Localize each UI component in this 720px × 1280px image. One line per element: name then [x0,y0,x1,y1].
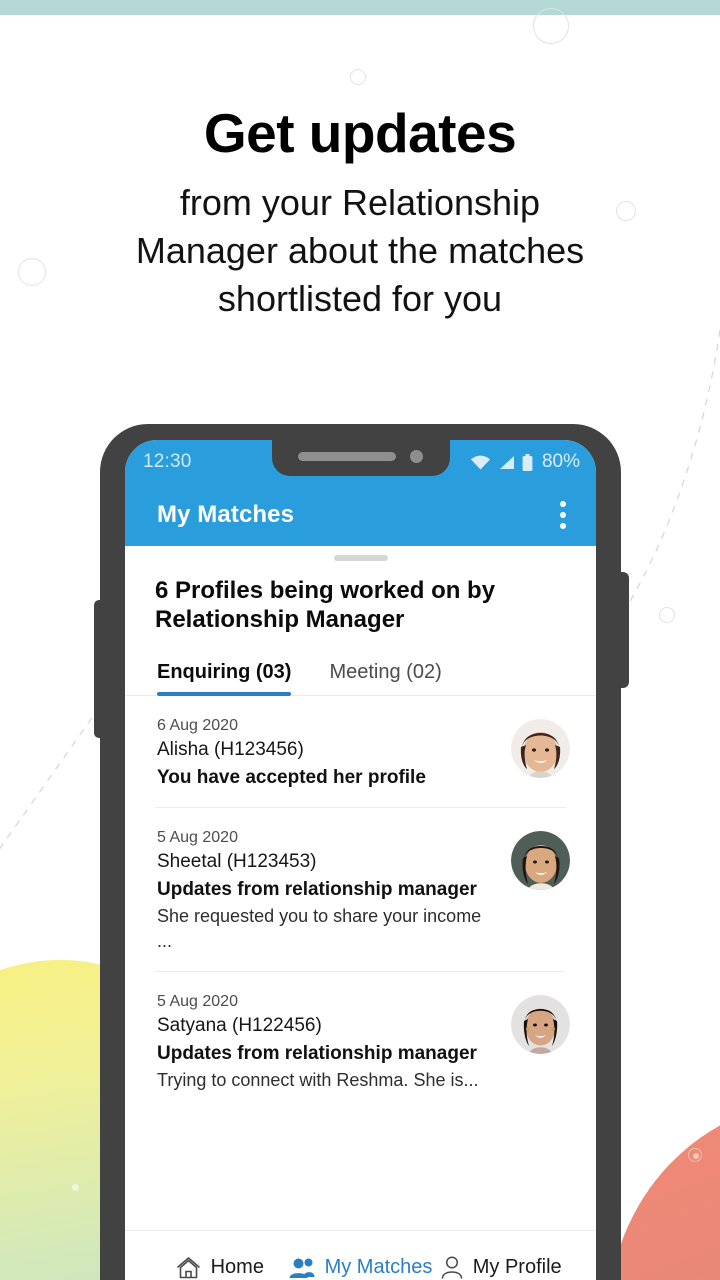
list-item[interactable]: 5 Aug 2020 Satyana (H122456) Updates fro… [125,972,596,1109]
front-camera [410,449,423,463]
phone-right-button [615,572,629,688]
top-teal-band [0,0,720,15]
avatar[interactable] [511,718,570,778]
promo-screenshot: Get updates from your Relationship Manag… [0,0,720,1280]
status-bar: 12:30 80% [125,440,596,484]
battery-icon [522,453,533,471]
status-icons: 80% [470,451,580,473]
signal-icon [499,455,514,469]
phone-screen: 12:30 80% My Matches 6 Profiles being wo… [125,440,596,1280]
sheet-title: 6 Profiles being worked on by Relationsh… [155,577,496,634]
list-item-detail: She requested you to share your income .… [157,905,482,952]
list-item-status: Updates from relationship manager [157,1043,477,1065]
person-icon [441,1256,462,1279]
list-item-name: Alisha (H123456) [157,738,304,760]
nav-item-home[interactable]: Home [151,1256,289,1280]
phone-left-button [94,600,106,738]
list-item-detail: Trying to connect with Reshma. She is... [157,1069,479,1090]
avatar[interactable] [511,995,570,1055]
promo-subheadline-line-3: shortlisted for you [217,278,503,320]
list-item-text: 5 Aug 2020 Satyana (H122456) Updates fro… [157,990,511,1093]
nav-item-my-profile-label: My Profile [472,1256,562,1278]
phone-mockup: 12:30 80% My Matches 6 Profiles being wo… [94,424,629,1280]
list-item-status: Updates from relationship manager [157,879,477,901]
decorative-dot-right [693,1153,699,1159]
promo-subheadline-line-2: Manager about the matches [135,230,585,272]
nav-item-home-label: Home [210,1256,264,1278]
nav-item-my-matches-label: My Matches [324,1256,433,1278]
list-item[interactable]: 6 Aug 2020 Alisha (H123456) You have acc… [125,696,596,808]
tab-bar: Enquiring (03) Meeting (02) [157,661,596,696]
matches-sheet: 6 Profiles being worked on by Relationsh… [125,546,596,1280]
list-item-status: You have accepted her profile [157,766,426,788]
nav-item-my-matches[interactable]: My Matches [289,1256,433,1279]
nav-item-my-profile[interactable]: My Profile [432,1256,570,1279]
promo-headline: Get updates [203,102,517,164]
wifi-icon [470,455,490,470]
earpiece-speaker [298,451,396,461]
promo-subheadline: from your Relationship Manager about the… [0,179,720,323]
decorative-ring-top [533,8,569,44]
people-icon [289,1258,315,1278]
battery-percent: 80% [541,451,580,472]
tab-meeting[interactable]: Meeting (02) [329,661,441,696]
status-clock: 12:30 [143,451,192,472]
coral-gradient-blob [608,1100,720,1280]
home-icon [176,1256,200,1278]
list-item-text: 5 Aug 2020 Sheetal (H123453) Updates fro… [157,826,511,955]
decorative-dot-left [72,1184,79,1191]
app-bar-title: My Matches [157,501,295,528]
list-item-date: 6 Aug 2020 [157,716,238,734]
promo-text-block: Get updates from your Relationship Manag… [0,102,720,323]
sheet-drag-handle[interactable] [333,555,388,561]
list-item-date: 5 Aug 2020 [157,993,238,1011]
dashed-line-left [0,694,109,850]
list-item[interactable]: 5 Aug 2020 Sheetal (H123453) Updates fro… [125,808,596,971]
phone-notch [271,440,450,476]
list-item-name: Satyana (H122456) [157,1015,322,1037]
list-item-name: Sheetal (H123453) [157,851,317,873]
app-bar: My Matches [125,484,596,546]
list-item-date: 5 Aug 2020 [157,829,238,847]
tab-enquiring[interactable]: Enquiring (03) [157,661,292,696]
matches-list: 6 Aug 2020 Alisha (H123456) You have acc… [125,696,596,1230]
list-item-text: 6 Aug 2020 Alisha (H123456) You have acc… [157,714,511,792]
decorative-ring-mid-right [659,607,675,623]
bottom-navigation: Home My Matches My Profile [125,1230,596,1280]
decorative-ring-center-top [350,69,366,85]
kebab-menu-icon[interactable] [552,495,574,535]
promo-subheadline-line-1: from your Relationship [179,182,541,224]
avatar[interactable] [511,831,570,891]
